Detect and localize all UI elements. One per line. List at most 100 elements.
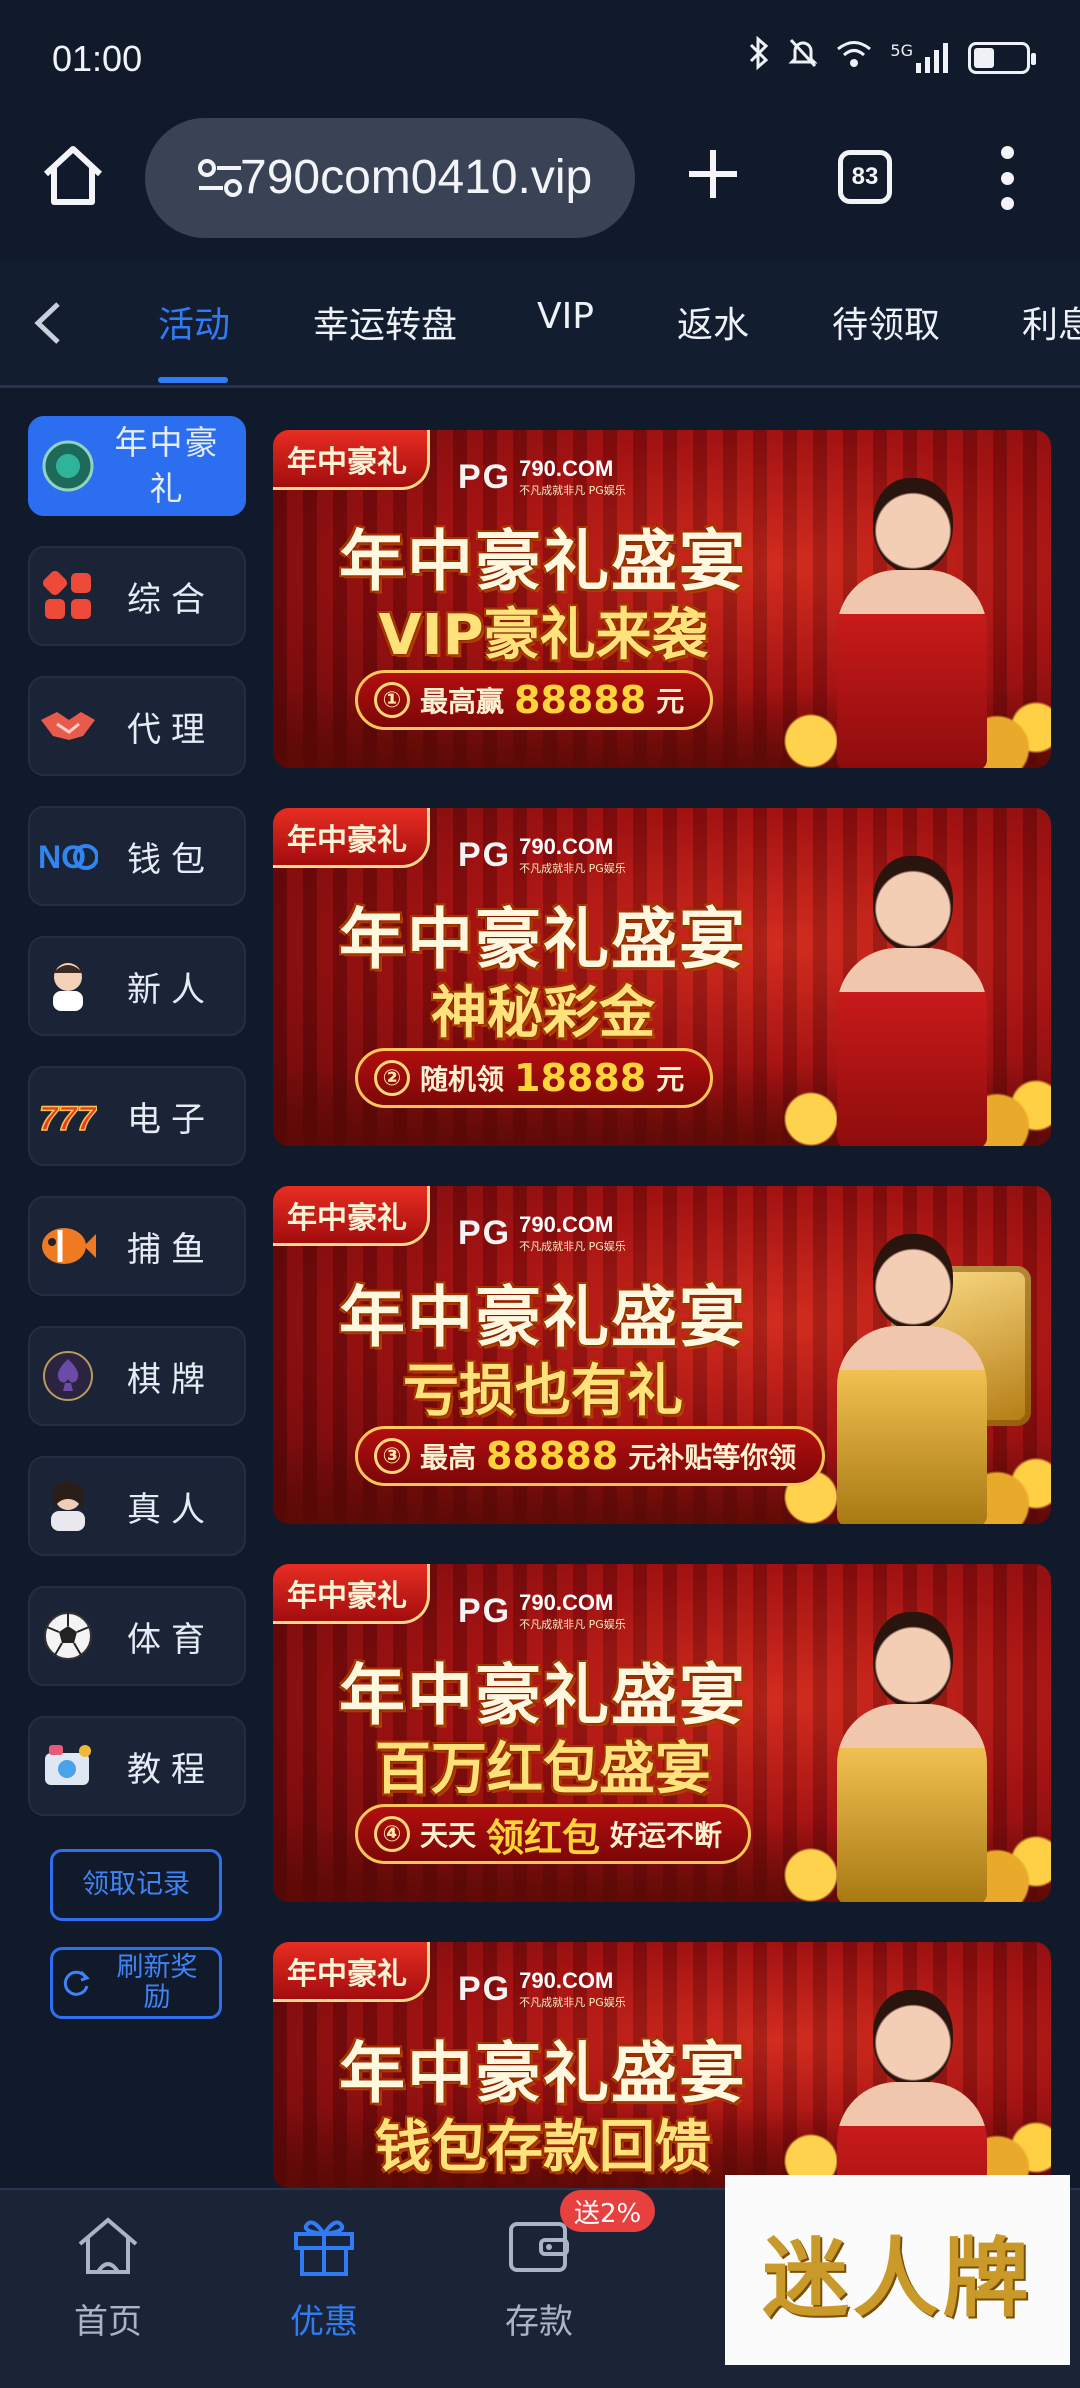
refresh-rewards-button[interactable]: 刷新奖励: [50, 1947, 222, 2019]
sidebar-item-wallet[interactable]: NO 钱包: [28, 806, 246, 906]
wallet-logo-icon: NO: [38, 826, 98, 886]
claim-record-button[interactable]: 领取记录: [50, 1849, 222, 1921]
sidebar-item-label: 体育: [127, 1619, 215, 1660]
offer-text-after: 元补贴等你领: [628, 1441, 797, 1474]
promo-banner[interactable]: 年中豪礼 PG 790.COM 不凡成就非凡 PG娱乐 年中豪礼盛宴 VIP豪礼来袭 ① 最高…: [273, 430, 1051, 768]
url-text: 790com0410.vip: [240, 151, 593, 204]
model-figure-image: [811, 460, 1011, 768]
sidebar-item-tutorial[interactable]: 教程: [28, 1716, 246, 1816]
model-figure-image: [811, 1972, 1011, 2188]
banner-tag: 年中豪礼: [273, 808, 430, 868]
tab-vip[interactable]: VIP: [537, 296, 594, 337]
brand-text: 790.COM 不凡成就非凡 PG娱乐: [519, 456, 626, 498]
category-tab-bar: 活动 幸运转盘 VIP 返水 待领取 利息: [0, 260, 1080, 388]
pg-logo-text: PG: [458, 457, 512, 496]
tab-switcher-button[interactable]: 83: [838, 150, 892, 204]
gift-icon: [294, 2220, 354, 2276]
promo-banner[interactable]: 年中豪礼 PG 790.COM 不凡成就非凡 PG娱乐 年中豪礼盛宴 百万红包盛宴 ④ 天天领…: [273, 1564, 1051, 1902]
more-menu-button[interactable]: [998, 146, 1016, 210]
wifi-icon: [836, 38, 872, 78]
banner-offer-pill: ① 最高赢 88888 元: [355, 670, 714, 730]
offer-text-before: 随机领: [420, 1063, 505, 1096]
figure-body: [837, 1326, 987, 1524]
figure-body: [837, 948, 987, 1146]
tab-rebate[interactable]: 返水: [677, 296, 749, 348]
offer-text-after: 好运不断: [610, 1819, 723, 1852]
brand-slogan: 不凡成就非凡 PG娱乐: [519, 484, 626, 497]
home-icon: [78, 2217, 138, 2274]
pg-logo-text: PG: [458, 1213, 512, 1252]
site-name: 790.COM: [519, 834, 614, 859]
brand-slogan: 不凡成就非凡 PG娱乐: [519, 1996, 626, 2009]
model-figure-image: [811, 1216, 1011, 1524]
promo-banner[interactable]: 年中豪礼 PG 790.COM 不凡成就非凡 PG娱乐 年中豪礼盛宴 钱包存款回馈: [273, 1942, 1051, 2188]
tab-to-claim[interactable]: 待领取: [832, 296, 940, 348]
brand-text: 790.COM 不凡成就非凡 PG娱乐: [519, 1212, 626, 1254]
sidebar-item-live[interactable]: 真人: [28, 1456, 246, 1556]
newbie-character-icon: [38, 956, 98, 1016]
sidebar-item-slots[interactable]: 777 电子: [28, 1066, 246, 1166]
chevron-left-icon: [34, 302, 60, 344]
offer-step-number: ③: [374, 1438, 410, 1474]
nav-label: 首页: [74, 2302, 142, 2342]
banner-subtitle: 百万红包盛宴: [375, 1737, 711, 1802]
banner-tag: 年中豪礼: [273, 1564, 430, 1624]
spade-icon: [38, 1346, 98, 1406]
browser-home-button[interactable]: [38, 140, 108, 210]
slot-777-icon: 777: [38, 1086, 98, 1146]
new-tab-button[interactable]: [683, 144, 743, 204]
sidebar-item-label: 电子: [127, 1099, 215, 1140]
browser-toolbar: 790com0410.vip 83: [0, 110, 1080, 260]
sidebar-item-label: 真人: [127, 1489, 215, 1530]
sidebar: 年中豪礼 综合 代理 NO 钱包 新人 777 电子 捕鱼 棋牌 真人 体育 教…: [0, 391, 262, 2188]
tab-activities[interactable]: 活动: [158, 296, 230, 348]
battery-icon: [968, 41, 1036, 74]
status-icons: 5G: [748, 35, 1036, 79]
offer-step-number: ④: [374, 1816, 410, 1852]
promo-banner[interactable]: 年中豪礼 PG 790.COM 不凡成就非凡 PG娱乐 年中豪礼盛宴 神秘彩金 ② 随机领 18…: [273, 808, 1051, 1146]
live-dealer-icon: [38, 1476, 98, 1536]
sidebar-item-sports[interactable]: 体育: [28, 1586, 246, 1686]
tab-scroll-back-button[interactable]: [28, 298, 68, 348]
brand-logo: PG 790.COM 不凡成就非凡 PG娱乐: [458, 1590, 626, 1632]
nav-home[interactable]: 首页: [38, 2210, 178, 2343]
sidebar-item-cards[interactable]: 棋牌: [28, 1326, 246, 1426]
sidebar-item-label: 捕鱼: [127, 1229, 215, 1270]
brand-slogan: 不凡成就非凡 PG娱乐: [519, 862, 626, 875]
offer-text-before: 天天: [420, 1819, 477, 1852]
site-settings-icon[interactable]: [197, 158, 243, 198]
sidebar-item-fishing[interactable]: 捕鱼: [28, 1196, 246, 1296]
brand-text: 790.COM 不凡成就非凡 PG娱乐: [519, 834, 626, 876]
bluetooth-icon: [748, 35, 770, 79]
dot-icon: [1000, 171, 1014, 185]
sidebar-item-label: 综合: [127, 579, 215, 620]
banner-subtitle: VIP豪礼来袭: [378, 603, 708, 668]
svg-text:777: 777: [39, 1100, 97, 1136]
site-name: 790.COM: [519, 1590, 614, 1615]
sidebar-item-label: 新人: [127, 969, 215, 1010]
sidebar-item-newbie[interactable]: 新人: [28, 936, 246, 1036]
sidebar-item-label: 年中豪礼: [114, 423, 220, 508]
brand-slogan: 不凡成就非凡 PG娱乐: [519, 1240, 626, 1253]
watermark-logo: 迷人牌: [725, 2175, 1070, 2365]
offer-amount: 领红包: [486, 1815, 601, 1860]
grid-icon: [38, 566, 98, 626]
sidebar-item-midyear-gift[interactable]: 年中豪礼: [28, 416, 246, 516]
app-root: 01:00 5G 790com0410.vip 83 活动 幸运转盘 VIP 返…: [0, 0, 1080, 2388]
address-bar[interactable]: 790com0410.vip: [145, 118, 635, 238]
sidebar-item-general[interactable]: 综合: [28, 546, 246, 646]
nav-promotions[interactable]: 优惠: [254, 2210, 394, 2343]
promo-banner[interactable]: 年中豪礼 PG 790.COM 不凡成就非凡 PG娱乐 年中豪礼盛宴 亏损也有礼 ③ 最高 88…: [273, 1186, 1051, 1524]
gift-badge-icon: [38, 436, 98, 496]
banner-offer-pill: ② 随机领 18888 元: [355, 1048, 714, 1108]
banner-subtitle: 亏损也有礼: [403, 1359, 683, 1424]
sidebar-item-agent[interactable]: 代理: [28, 676, 246, 776]
status-bar: 01:00 5G: [0, 0, 1080, 110]
site-name: 790.COM: [519, 1968, 614, 1993]
banner-offer-pill: ④ 天天 领红包 好运不断: [355, 1804, 752, 1864]
offer-step-number: ②: [374, 1060, 410, 1096]
pg-logo-text: PG: [458, 1591, 512, 1630]
tab-interest[interactable]: 利息: [1022, 296, 1080, 348]
tab-lucky-wheel[interactable]: 幸运转盘: [313, 296, 457, 348]
brand-logo: PG 790.COM 不凡成就非凡 PG娱乐: [458, 1212, 626, 1254]
